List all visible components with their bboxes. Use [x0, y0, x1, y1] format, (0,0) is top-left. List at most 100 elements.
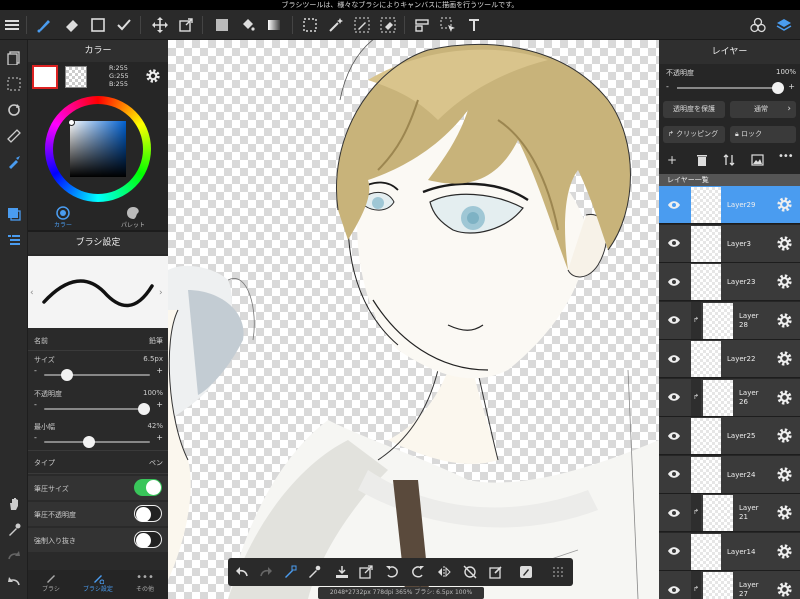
layer-opacity-slider[interactable] [677, 82, 784, 94]
eyedropper-icon[interactable] [4, 520, 24, 540]
visibility-eye-icon[interactable] [659, 571, 689, 599]
min-width-slider-knob[interactable] [83, 436, 96, 448]
add-layer-icon[interactable]: + [667, 154, 677, 166]
sub-color-swatch[interactable] [65, 66, 87, 88]
main-color-swatch[interactable] [32, 65, 58, 89]
bucket-icon[interactable] [236, 10, 260, 40]
redo-icon[interactable] [256, 562, 276, 582]
tab-palette[interactable]: パレット [98, 205, 168, 230]
type-row[interactable]: タイプ ペン [28, 458, 168, 472]
min-width-slider[interactable] [44, 436, 150, 448]
visibility-eye-icon[interactable] [659, 533, 689, 570]
flip-icon[interactable] [434, 562, 454, 582]
float-pen-icon[interactable] [516, 562, 536, 582]
pressure-size-toggle[interactable] [134, 479, 162, 496]
brush-name-row[interactable]: 名前 鉛筆 [28, 336, 168, 348]
dropper-icon[interactable] [304, 562, 324, 582]
opacity-slider-knob[interactable] [138, 403, 150, 415]
grip-dots-icon[interactable] [548, 562, 568, 582]
prev-brush-chevron-icon[interactable]: ‹ [30, 288, 34, 298]
undo-side-icon[interactable] [4, 572, 24, 592]
visibility-eye-icon[interactable] [659, 456, 689, 493]
layer-row[interactable]: Layer24 [659, 455, 800, 494]
tab-brush[interactable]: ブラシ [28, 572, 74, 593]
hand-icon[interactable] [4, 494, 24, 514]
snap-pen-icon[interactable] [280, 562, 300, 582]
text-icon[interactable] [462, 10, 486, 40]
layers-icon[interactable] [772, 10, 796, 40]
layer-row[interactable]: Layer14 [659, 532, 800, 571]
drawing-canvas[interactable] [168, 40, 659, 599]
layer-settings-gear-icon[interactable] [776, 389, 793, 406]
layer-row[interactable]: Layer3 [659, 224, 800, 263]
layer-settings-gear-icon[interactable] [776, 581, 793, 598]
layer-settings-gear-icon[interactable] [776, 504, 793, 521]
protect-alpha-button[interactable]: 透明度を保護 [663, 101, 725, 118]
layer-row[interactable]: Layer23 [659, 263, 800, 301]
blend-mode-select[interactable]: 通常 › [730, 101, 796, 118]
move-select-icon[interactable] [436, 10, 460, 40]
pressure-opacity-toggle[interactable] [134, 505, 162, 522]
layer-row[interactable]: ↱ Layer 21 [659, 494, 800, 532]
layer-settings-gear-icon[interactable] [776, 235, 793, 252]
ruler-icon[interactable] [4, 126, 24, 146]
layer-settings-gear-icon[interactable] [776, 273, 793, 290]
selection-icon[interactable] [4, 74, 24, 94]
visibility-eye-icon[interactable] [659, 302, 689, 339]
rotate-left-icon[interactable] [382, 562, 402, 582]
brush-settings-panel-icon[interactable] [4, 230, 24, 250]
layer-settings-gear-icon[interactable] [776, 312, 793, 329]
float-edit-icon[interactable] [486, 562, 506, 582]
transform-icon[interactable] [174, 10, 198, 40]
layer-row[interactable]: ↱ Layer 26 [659, 378, 800, 417]
visibility-eye-icon[interactable] [659, 340, 689, 377]
gradient-icon[interactable] [262, 10, 286, 40]
tab-other[interactable]: ••• その他 [122, 572, 168, 593]
layer-settings-gear-icon[interactable] [776, 350, 793, 367]
select-pen-icon[interactable] [350, 10, 374, 40]
layer-opacity-knob[interactable] [772, 82, 784, 94]
fill-color-icon[interactable] [210, 10, 234, 40]
pages-icon[interactable] [4, 48, 24, 68]
snap-icon[interactable] [4, 152, 24, 172]
rotate-right-icon[interactable] [408, 562, 428, 582]
layer-more-icon[interactable]: ••• [778, 151, 794, 162]
layer-settings-gear-icon[interactable] [776, 427, 793, 444]
layer-row[interactable]: Layer22 [659, 340, 800, 378]
select-eraser-icon[interactable] [376, 10, 400, 40]
color-settings-gear-icon[interactable] [145, 68, 161, 84]
eraser-icon[interactable] [60, 10, 84, 40]
opacity-slider[interactable] [44, 403, 150, 415]
layer-settings-gear-icon[interactable] [776, 196, 793, 213]
tab-brush-settings[interactable]: ブラシ設定 [74, 572, 122, 593]
size-slider-knob[interactable] [60, 369, 73, 381]
next-brush-chevron-icon[interactable]: › [159, 288, 163, 298]
undo-icon[interactable] [232, 562, 252, 582]
saturation-value-square[interactable] [70, 121, 126, 177]
visibility-eye-icon[interactable] [659, 263, 689, 300]
menu-icon[interactable] [0, 10, 24, 40]
lock-button[interactable]: 🔒︎ ロック [730, 126, 796, 143]
select-rect-icon[interactable] [298, 10, 322, 40]
brush-icon[interactable] [32, 10, 56, 40]
layer-row[interactable]: Layer29 [659, 186, 800, 224]
layer-settings-gear-icon[interactable] [776, 466, 793, 483]
download-icon[interactable] [332, 562, 352, 582]
visibility-eye-icon[interactable] [659, 186, 689, 223]
fill-pen-icon[interactable] [112, 10, 136, 40]
visibility-eye-icon[interactable] [659, 494, 689, 531]
clipping-button[interactable]: ↱ クリッピング [663, 126, 725, 143]
layer-row[interactable]: ↱ Layer 28 [659, 301, 800, 340]
materials-icon[interactable] [746, 10, 770, 40]
reset-rotation-icon[interactable] [460, 562, 480, 582]
visibility-eye-icon[interactable] [659, 417, 689, 454]
layer-settings-gear-icon[interactable] [776, 543, 793, 560]
move-icon[interactable] [148, 10, 172, 40]
rotate-icon[interactable] [4, 100, 24, 120]
layer-row[interactable]: Layer25 [659, 417, 800, 455]
reorder-layer-icon[interactable] [723, 154, 735, 166]
size-slider[interactable] [44, 369, 150, 381]
delete-layer-icon[interactable] [696, 154, 708, 166]
layer-select-icon[interactable] [410, 10, 434, 40]
rect-icon[interactable] [86, 10, 110, 40]
